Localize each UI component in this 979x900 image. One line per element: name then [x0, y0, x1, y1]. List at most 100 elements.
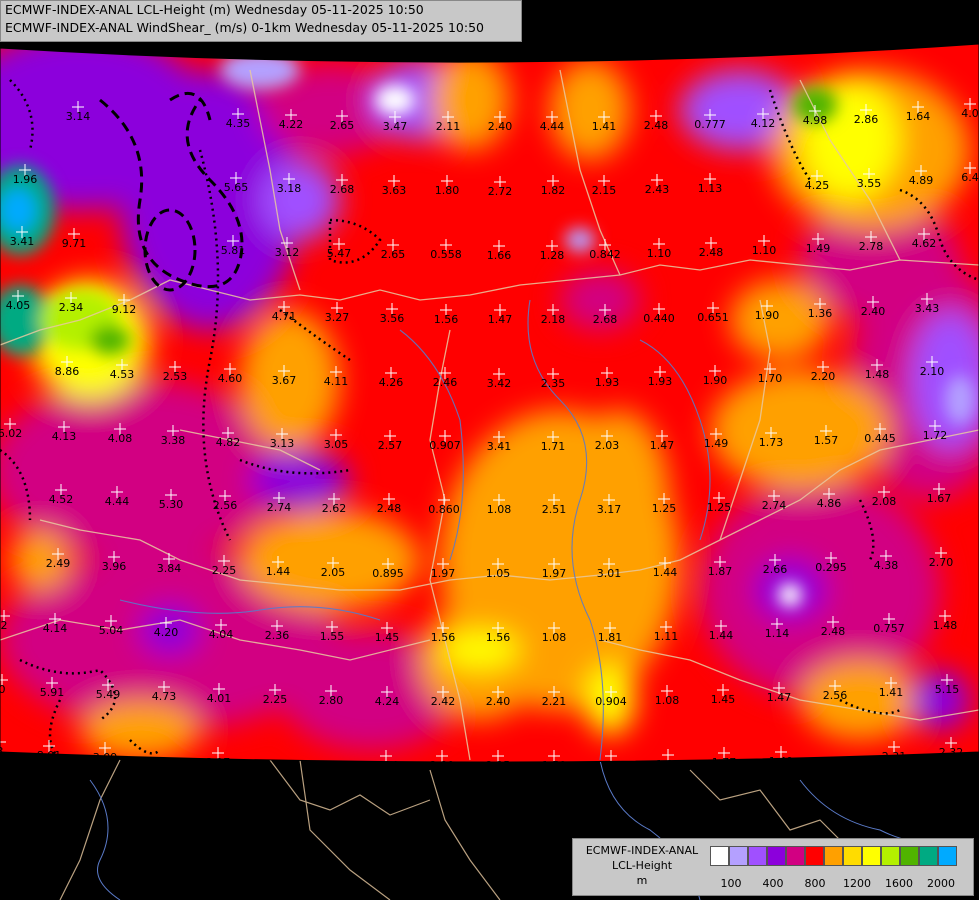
- windshear-value-label: 4.62: [912, 237, 937, 250]
- windshear-value-label: 2.18: [541, 313, 566, 326]
- windshear-value-label: 4.89: [909, 174, 934, 187]
- legend-swatch: [786, 846, 805, 866]
- windshear-value-label: 1.71: [541, 440, 566, 453]
- windshear-value-label: 9.12: [112, 303, 137, 316]
- windshear-value-label: 1.14: [765, 627, 790, 640]
- windshear-value-label: 2.42: [431, 695, 456, 708]
- windshear-value-label: 2.40: [486, 695, 511, 708]
- windshear-value-label: 4.11: [324, 375, 349, 388]
- windshear-value-label: 2.20: [811, 370, 836, 383]
- windshear-value-label: 4.13: [52, 430, 77, 443]
- windshear-value-label: 4.26: [379, 376, 404, 389]
- legend-swatch: [919, 846, 938, 866]
- windshear-value-label: 0.904: [595, 695, 627, 708]
- windshear-value-label: 1.08: [487, 503, 512, 516]
- windshear-value-label: 1.97: [542, 567, 567, 580]
- windshear-value-label: 1.47: [488, 313, 513, 326]
- windshear-value-label: 2.68: [593, 313, 618, 326]
- windshear-value-label: 6.02: [0, 427, 22, 440]
- legend-swatch: [843, 846, 862, 866]
- windshear-value-label: 3.43: [915, 302, 940, 315]
- legend-label: ECMWF-INDEX-ANAL LCL-Height m: [573, 843, 711, 888]
- windshear-value-label: 4.82: [216, 436, 241, 449]
- windshear-value-label: 1.80: [435, 184, 460, 197]
- windshear-value-label: 4.44: [105, 495, 130, 508]
- windshear-value-label: 1.10: [752, 244, 777, 257]
- windshear-value-label: 1.44: [266, 565, 291, 578]
- windshear-value-label: 1.44: [653, 566, 678, 579]
- windshear-value-label: 2.34: [59, 301, 84, 314]
- legend-swatch: [824, 846, 843, 866]
- windshear-value-label: 5.91: [40, 686, 65, 699]
- windshear-value-label: 1.48: [865, 368, 890, 381]
- windshear-value-label: 0.907: [429, 439, 461, 452]
- windshear-value-label: 2.48: [699, 246, 724, 259]
- windshear-value-label: 2.11: [436, 120, 461, 133]
- windshear-value-label: 1.93: [648, 375, 673, 388]
- windshear-value-label: 3.55: [857, 177, 882, 190]
- legend-model: ECMWF-INDEX-ANAL: [585, 844, 699, 857]
- map-title-box: ECMWF-INDEX-ANAL LCL-Height (m) Wednesda…: [0, 0, 522, 42]
- windshear-value-label: 1.56: [486, 631, 511, 644]
- windshear-value-label: 3.12: [275, 246, 300, 259]
- legend-swatch: [900, 846, 919, 866]
- windshear-value-label: 4.44: [540, 120, 565, 133]
- legend-tick-label: 1600: [885, 877, 913, 890]
- windshear-value-label: 1.73: [759, 436, 784, 449]
- windshear-value-label: 1.13: [698, 182, 723, 195]
- windshear-value-label: 1.28: [540, 249, 565, 262]
- windshear-value-label: 1.56: [431, 631, 456, 644]
- windshear-value-label: 1.56: [434, 313, 459, 326]
- windshear-value-label: 9.71: [62, 237, 87, 250]
- windshear-value-label: 1.45: [711, 693, 736, 706]
- windshear-value-label: 3.38: [161, 434, 186, 447]
- windshear-value-label: 3.13: [270, 437, 295, 450]
- windshear-value-label: 2.48: [644, 119, 669, 132]
- windshear-value-label: 3.01: [597, 567, 622, 580]
- windshear-value-label: 0.651: [697, 311, 729, 324]
- windshear-value-label: 4.52: [49, 493, 74, 506]
- windshear-value-label: 8.86: [55, 365, 80, 378]
- windshear-value-label: 2.40: [488, 120, 513, 133]
- windshear-value-label: 2.62: [322, 502, 347, 515]
- windshear-value-label: 0.558: [430, 248, 462, 261]
- legend-swatch: [938, 846, 957, 866]
- windshear-value-label: 2.56: [823, 689, 848, 702]
- windshear-value-label: 4.05: [6, 299, 31, 312]
- legend-tick-label: 100: [720, 877, 742, 890]
- windshear-value-label: 3.63: [382, 184, 407, 197]
- windshear-value-label: 4.53: [110, 368, 135, 381]
- legend-unit: m: [636, 874, 648, 887]
- legend-swatch: [805, 846, 824, 866]
- windshear-value-label: 2.21: [542, 695, 567, 708]
- windshear-value-label: 1.49: [806, 242, 831, 255]
- windshear-value-label: 4.0: [961, 107, 979, 120]
- windshear-value-label: 0.445: [864, 432, 896, 445]
- color-legend: ECMWF-INDEX-ANAL LCL-Height m 100 400 800 1…: [572, 838, 974, 896]
- windshear-value-label: 1.67: [927, 492, 952, 505]
- windshear-value-label: 2.36: [265, 629, 290, 642]
- windshear-value-label: 1.57: [814, 434, 839, 447]
- windshear-value-label: 4.35: [226, 117, 251, 130]
- windshear-value-label: 5.49: [96, 688, 121, 701]
- windshear-value-label: 2.43: [645, 183, 670, 196]
- windshear-value-label: 1.81: [598, 631, 623, 644]
- windshear-value-label: 5.65: [224, 181, 249, 194]
- windshear-value-label: 4.12: [751, 117, 776, 130]
- windshear-value-label: 3.05: [324, 438, 349, 451]
- windshear-value-label: 4.14: [43, 622, 68, 635]
- legend-tick-label: 2000: [927, 877, 955, 890]
- windshear-value-label: 1.70: [758, 372, 783, 385]
- windshear-value-label: 2.48: [377, 502, 402, 515]
- windshear-value-label: 1.08: [542, 631, 567, 644]
- windshear-value-label: 2.49: [46, 557, 71, 570]
- lcl-height-field: 3.14 4.35 4.22 2.65 3.47 2.11 2.40 4.44 1.41 2.48…: [0, 44, 979, 762]
- windshear-value-label: 1.64: [906, 110, 931, 123]
- windshear-value-label: 0.842: [589, 248, 621, 261]
- windshear-value-label: 3.84: [157, 562, 182, 575]
- windshear-value-label: 2.51: [542, 503, 567, 516]
- windshear-value-label: 1.90: [703, 374, 728, 387]
- legend-swatch: [729, 846, 748, 866]
- windshear-value-label: 1.36: [808, 307, 833, 320]
- windshear-value-label: 1.05: [486, 567, 511, 580]
